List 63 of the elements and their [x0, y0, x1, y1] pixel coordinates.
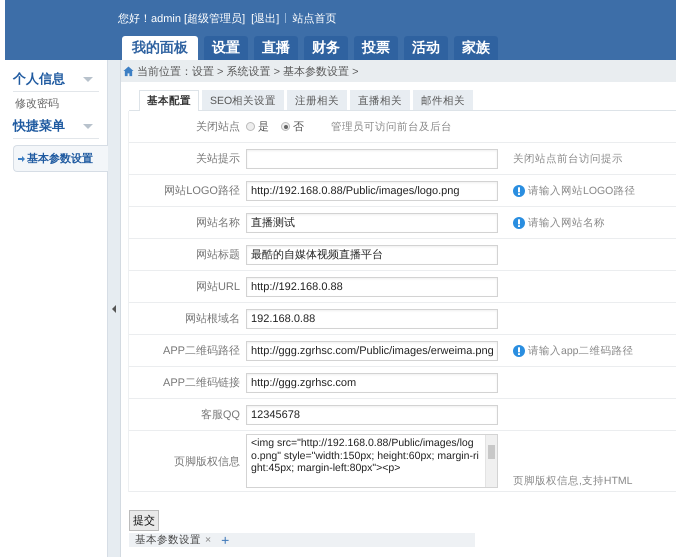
hint-text: 关闭站点前台访问提示	[513, 152, 623, 166]
field-label: 关站提示	[195, 152, 241, 166]
text-field[interactable]: 最酷的自媒体视频直播平台	[246, 244, 498, 264]
settings-tab[interactable]: 基本配置	[139, 90, 199, 111]
text-field[interactable]: http://ggg.zgrhsc.com/Public/images/erweima.png	[246, 340, 498, 360]
radio-option[interactable]: 否	[281, 119, 304, 134]
hint-text: 请输入网站LOGO路径	[528, 184, 636, 198]
text-field[interactable]: 12345678	[246, 404, 498, 424]
field-label: APP二维码链接	[162, 376, 241, 390]
field-label: 网站名称	[195, 216, 241, 230]
nav-tab[interactable]: 财务	[304, 36, 348, 60]
text-field[interactable]: http://ggg.zgrhsc.com	[246, 372, 498, 392]
hint-text: 页脚版权信息,支持HTML	[513, 474, 632, 488]
home-icon	[123, 66, 134, 76]
header-link[interactable]: [退出]	[251, 10, 280, 26]
hint-text: 请输入网站名称	[528, 216, 605, 230]
field-label: APP二维码路径	[162, 344, 241, 358]
settings-tab[interactable]: 注册相关	[287, 90, 348, 110]
caret-icon[interactable]	[83, 76, 93, 82]
field-label: 页脚版权信息	[173, 454, 241, 468]
field-label: 网站标题	[195, 248, 241, 262]
radio-option[interactable]: 是	[246, 119, 269, 134]
hint-text: 管理员可访问前台及后台	[331, 120, 452, 134]
hint-text: 请输入app二维码路径	[528, 344, 634, 358]
arrow-icon	[18, 156, 25, 162]
text-field[interactable]: http://192.168.0.88/Public/images/logo.png	[246, 180, 498, 200]
nav-tab[interactable]: 设置	[204, 36, 248, 60]
settings-tab[interactable]: 邮件相关	[413, 90, 474, 110]
header-link[interactable]: 站点首页	[292, 10, 336, 26]
text-field[interactable]: http://192.168.0.88	[246, 276, 498, 296]
breadcrumb-text: 当前位置：设置 > 系统设置 > 基本参数设置 >	[137, 64, 359, 78]
submit-button[interactable]: 提交	[129, 510, 159, 531]
field-label: 关闭站点	[195, 120, 241, 134]
nav-tab[interactable]: 活动	[404, 36, 448, 60]
info-icon	[513, 184, 525, 196]
sidebar-group-title[interactable]: 个人信息	[13, 70, 65, 88]
field-label: 网站根域名	[184, 312, 241, 326]
sidebar-item[interactable]: 基本参数设置	[13, 145, 109, 172]
page-tab[interactable]: 基本参数设置	[135, 533, 201, 547]
sidebar-group-title[interactable]: 快捷菜单	[13, 117, 65, 135]
field-label: 网站URL	[194, 280, 241, 294]
nav-tab[interactable]: 我的面板	[122, 36, 198, 60]
add-tab-button[interactable]: +	[221, 533, 230, 547]
greeting-text: 您好！admin [超级管理员]	[118, 12, 246, 26]
nav-tab[interactable]: 直播	[254, 36, 298, 60]
caret-icon[interactable]	[83, 124, 93, 128]
text-area[interactable]: <img src="http://192.168.0.88/Public/images/logo.png" style="width:150px; height:60px; margin-right:45px; margin-left:80px"><p>	[246, 434, 498, 488]
info-icon	[513, 344, 525, 356]
radio-icon[interactable]	[281, 122, 290, 131]
settings-tab[interactable]: 直播相关	[350, 90, 410, 110]
nav-tab[interactable]: 投票	[354, 36, 398, 60]
scrollbar[interactable]	[485, 435, 497, 487]
settings-tab[interactable]: SEO相关设置	[202, 90, 284, 110]
field-label: 客服QQ	[200, 408, 241, 422]
text-field[interactable]: 192.168.0.88	[246, 308, 498, 328]
field-label: 网站LOGO路径	[163, 184, 241, 198]
text-field[interactable]	[246, 148, 498, 168]
sidebar-item[interactable]: 修改密码	[13, 92, 61, 115]
radio-icon[interactable]	[246, 122, 255, 131]
text-field[interactable]: 直播测试	[246, 212, 498, 232]
nav-tab[interactable]: 家族	[454, 36, 498, 60]
collapse-arrow-icon[interactable]	[112, 304, 116, 312]
info-icon	[513, 216, 525, 228]
